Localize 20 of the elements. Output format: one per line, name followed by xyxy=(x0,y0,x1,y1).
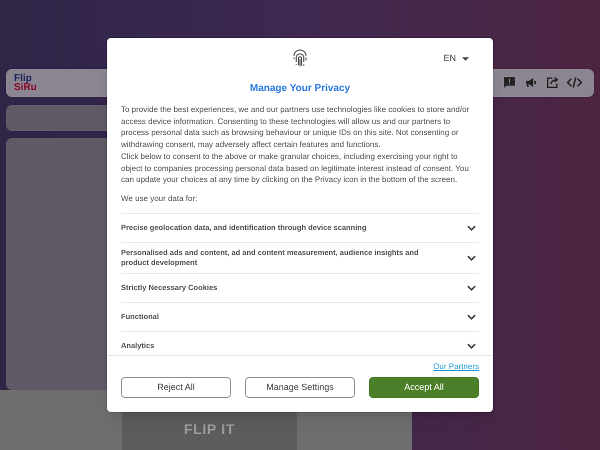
feedback-icon[interactable] xyxy=(503,76,516,90)
chevron-down-icon xyxy=(467,342,476,349)
logo[interactable]: Flip SiRu xyxy=(14,74,37,92)
share-icon[interactable] xyxy=(546,76,559,90)
code-icon[interactable] xyxy=(567,76,582,90)
chevron-down-icon xyxy=(467,314,476,320)
choice-button[interactable]: Manage Settings xyxy=(245,377,355,398)
megaphone-icon[interactable] xyxy=(524,76,538,90)
language-dropdown[interactable]: EN xyxy=(443,52,469,66)
chevron-down-icon xyxy=(467,254,476,261)
body-text: Click below to consent to the above or make granular choices, including exercising your right to object to companies processing personal data based on legitimate interest instead of consent. You can update your choices at any time by clicking on the Privacy icon in the bottom of the screen. xyxy=(121,150,470,186)
body-text: We use your data for: xyxy=(121,192,198,205)
fingerprint-icon xyxy=(291,49,309,69)
choice-button[interactable]: Reject All xyxy=(121,377,231,398)
accept-button[interactable]: Accept All xyxy=(369,377,479,398)
dialog-title: Manage Your Privacy xyxy=(248,82,352,96)
body-text: To provide the best experiences, we and our partners use technologies like cookies to store and/or access device information. Consenting to these technologies will allow us and our partners to process personal data such as browsing behaviour or unique IDs on this site. Not consenting or withdrawing consent, may adversely affect certain features and functions. xyxy=(121,104,470,151)
caret-icon xyxy=(462,56,469,61)
chevron-down-icon xyxy=(467,224,476,231)
chevron-down-icon xyxy=(467,284,476,291)
